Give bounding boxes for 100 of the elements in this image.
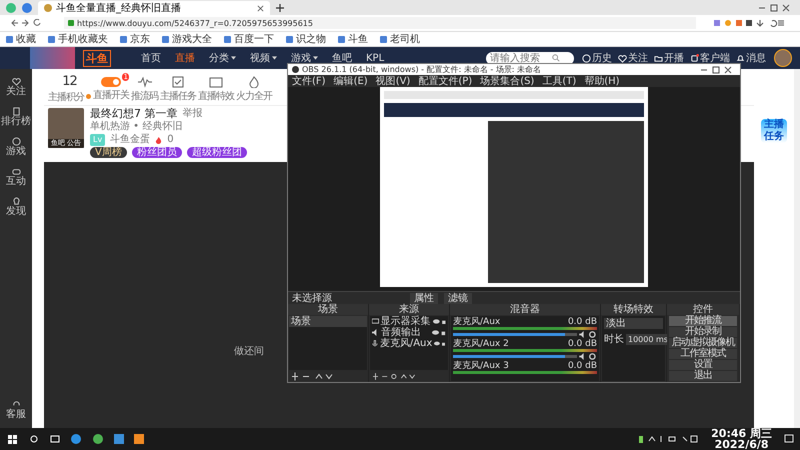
channel-name: 麦克风/Aux 2 [453,339,509,349]
duration-label: 时长 [604,332,624,346]
clock-date: 2022/6/8 [714,439,769,450]
clock-icon[interactable] [582,54,591,62]
new-tab-icon[interactable] [276,4,284,12]
eye-lock-icon[interactable] [432,329,446,336]
bookmark-item[interactable]: 游戏大全 [162,32,212,46]
stat-item[interactable]: 直播特效 [198,72,234,102]
volume-slider[interactable] [453,332,577,336]
volume-slider[interactable] [453,354,577,358]
nav-tab[interactable]: 鱼吧 [332,51,352,65]
sidebar-item[interactable]: 排行榜 [1,107,31,127]
bookmark-item[interactable]: 识之物 [286,32,326,46]
fan-club-button[interactable]: 超级粉丝团 [186,147,247,158]
source-button[interactable]: 滤镜 [444,292,472,304]
speaker-gear-icon[interactable] [579,330,597,338]
control-button[interactable]: 启动虚拟摄像机 [669,338,737,348]
stat-item[interactable]: 主播任务 [160,72,196,102]
scene-item[interactable]: 场景 [289,316,367,327]
channel-reading: 0.0 dB [568,361,597,371]
menu-item[interactable]: 场景集合(S) [480,74,534,88]
nav-tab[interactable]: 首页 [141,51,161,65]
stat-item[interactable]: 12 主播积分 [48,70,91,104]
system-tray-icon[interactable] [639,434,700,444]
heart-icon[interactable] [618,54,627,62]
close-icon[interactable] [257,4,264,12]
sidebar-item[interactable]: 发现 [6,197,26,217]
bell-icon[interactable] [736,54,745,62]
streamer-name[interactable]: 斗鱼金蛋 [110,134,150,146]
browser-home-icon[interactable] [22,2,32,12]
caret-icon[interactable] [272,56,277,60]
bookmark-item[interactable]: 收藏 [6,32,36,46]
level-badge: Lv [90,134,106,146]
sidebar-item[interactable]: 游戏 [6,137,26,157]
duration-field[interactable]: 10000 ms [626,334,670,344]
menu-item[interactable]: 视图(V) [376,74,410,88]
control-button[interactable]: 设置 [669,360,737,370]
stat-item[interactable]: 推流码 [131,72,158,102]
control-button[interactable]: 退出 [669,371,737,381]
menu-item[interactable]: 工具(T) [542,74,576,88]
player-text: 做还间 [234,345,264,358]
menu-item[interactable]: 文件(F) [292,74,326,88]
bookmark-item[interactable]: 手机收藏夹 [48,32,108,46]
speaker-gear-icon[interactable] [579,352,597,360]
control-button[interactable]: 开始推流 [669,316,737,326]
dock-title: 转场特效 [601,304,666,315]
bookmark-item[interactable]: 老司机 [380,32,420,46]
nav-tab[interactable]: 分类 [209,51,236,65]
search-icon[interactable] [552,54,560,62]
notification-icon[interactable] [784,434,794,444]
channel-name: 麦克风/Aux 3 [453,361,509,371]
heart-icon [12,77,20,86]
header-link[interactable]: 关注 [618,51,648,65]
header-link[interactable]: 历史 [582,51,612,65]
rank-button[interactable]: V周榜 [90,147,127,158]
source-button[interactable]: 属性 [410,292,438,304]
site-logo[interactable]: 斗鱼 [83,50,111,66]
source-item[interactable]: 麦克风/Aux [370,338,448,349]
pad-icon [12,167,20,176]
header-link[interactable]: 开播 [654,51,684,65]
sidebar-item[interactable]: 关注 [6,77,26,97]
sidebar-item[interactable]: 客服 [6,400,26,420]
search-field[interactable]: 请输入搜索 [486,52,574,64]
browser-tab[interactable]: 斗鱼全量直播_经典怀旧直播 [38,1,270,15]
fire-icon [155,136,162,144]
app-icon[interactable] [690,54,699,62]
header-link[interactable]: 客户端 [690,51,730,65]
header-link[interactable]: 消息 [736,51,766,65]
bookmark-item[interactable]: 京东 [120,32,150,46]
eye-lock-icon[interactable] [434,340,446,347]
source-item[interactable]: 音频输出 [370,327,448,338]
control-button[interactable]: 工作室模式 [669,349,737,359]
control-button[interactable]: 开始录制 [669,327,737,337]
stat-item[interactable]: 火力全开 [236,72,272,102]
nav-tab[interactable]: KPL [366,51,384,65]
menu-item[interactable]: 配置文件(P) [418,74,472,88]
fan-club-button[interactable]: 粉丝团员 [132,147,182,158]
category-text[interactable]: 单机热游 • 经典怀旧 [90,121,182,133]
sidebar-item[interactable]: 互动 [6,167,26,187]
nav-tab[interactable]: 直播 [175,51,195,65]
folder-icon[interactable] [654,54,663,62]
menu-item[interactable]: 编辑(E) [334,74,368,88]
source-item[interactable]: 显示器采集 [370,316,448,327]
wave-icon [138,76,152,88]
user-avatar[interactable] [774,49,792,67]
address-field[interactable]: https://www.douyu.com/5246377_r=0.7205975653995615 [64,17,696,29]
channel-reading: 0.0 dB [568,339,597,349]
caret-icon[interactable] [313,56,318,60]
stream-title: 最终幻想7 第一章 [90,108,178,120]
transition-select[interactable]: 淡出 [604,318,663,329]
menu-item[interactable]: 帮助(H) [584,74,620,88]
eye-lock-icon[interactable] [432,318,446,325]
bookmark-item[interactable]: 斗鱼 [338,32,368,46]
promo-banner[interactable]: 主播任务 [761,119,787,143]
channel-reading: 0.0 dB [568,317,597,327]
caret-icon[interactable] [231,56,236,60]
bookmark-item[interactable]: 百度一下 [224,32,274,46]
nav-tab[interactable]: 游戏 [291,51,318,65]
report-link[interactable]: 举报 [182,108,202,120]
nav-tab[interactable]: 视频 [250,51,277,65]
